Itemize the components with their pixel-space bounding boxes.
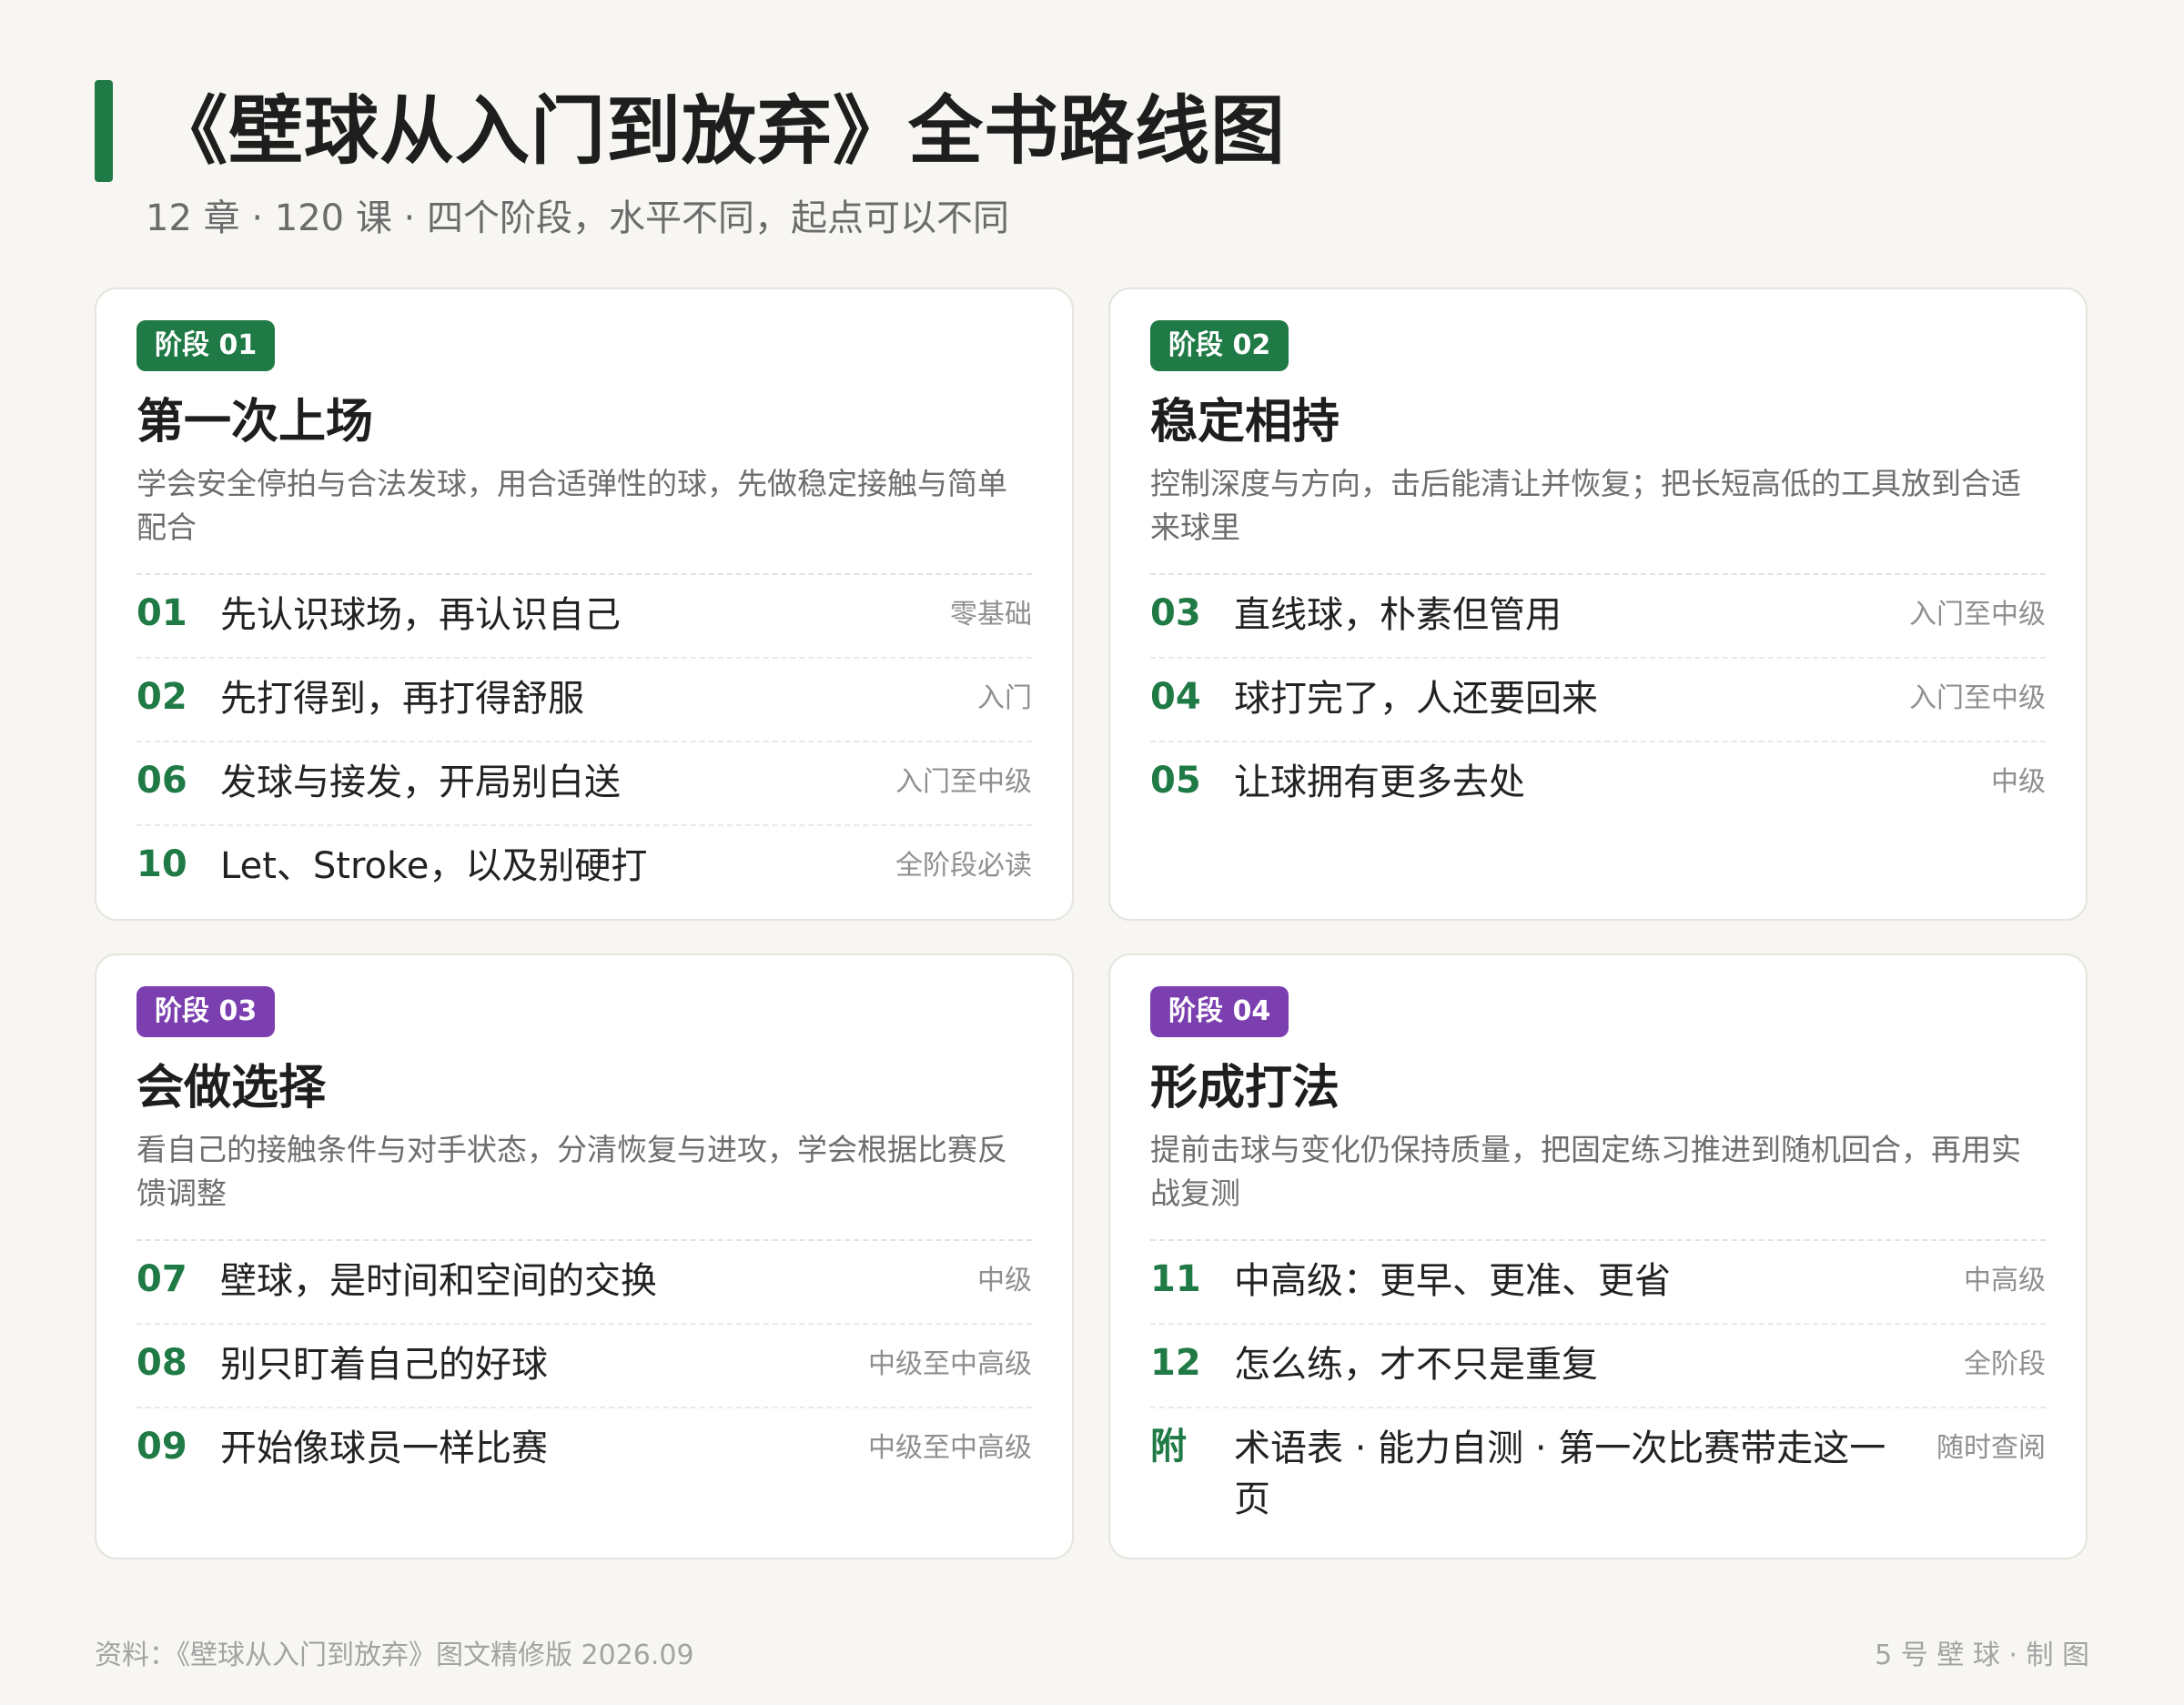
chapter-number: 06 [136, 760, 187, 802]
chapter-item[interactable]: 04 球打完了，人还要回来 入门至中级 [1150, 659, 2046, 742]
stage-badge: 阶段 02 [1150, 320, 1289, 371]
chapter-item[interactable]: 11 中高级：更早、更准、更省 中高级 [1150, 1241, 2046, 1325]
stage-title: 稳定相持 [1150, 395, 1340, 449]
stage-description: 提前击球与变化仍保持质量，把固定练习推进到随机回合，再用实战复测 [1150, 1128, 2046, 1241]
chapter-number: 附 [1150, 1426, 1187, 1468]
chapter-number: 07 [136, 1258, 187, 1300]
footer-credit: 5 号 壁 球 · 制 图 [1875, 1639, 2089, 1671]
chapter-number: 05 [1150, 760, 1201, 802]
chapter-item[interactable]: 02 先打得到，再打得舒服 入门 [136, 659, 1032, 742]
chapter-list: 01 先认识球场，再认识自己 零基础 02 先打得到，再打得舒服 入门 06 发… [136, 575, 1032, 908]
chapter-title: 球打完了，人还要回来 [1234, 678, 1598, 720]
chapter-level: 入门至中级 [895, 766, 1032, 798]
chapter-level: 零基础 [950, 599, 1032, 631]
chapter-item[interactable]: 08 别只盯着自己的好球 中级至中高级 [136, 1325, 1032, 1408]
chapter-level: 全阶段 [1964, 1348, 2046, 1380]
chapter-title: 先认识球场，再认识自己 [220, 594, 621, 636]
chapter-title: Let、Stroke，以及别硬打 [220, 845, 648, 887]
chapter-number: 12 [1150, 1342, 1201, 1384]
chapter-title: 开始像球员一样比赛 [220, 1428, 548, 1469]
page-subtitle: 12 章 · 120 课 · 四个阶段，水平不同，起点可以不同 [146, 197, 1009, 239]
stage-badge: 阶段 01 [136, 320, 276, 371]
chapter-level: 入门 [977, 682, 1032, 714]
chapter-level: 中级至中高级 [868, 1348, 1032, 1380]
chapter-level: 全阶段必读 [895, 850, 1032, 882]
stage-card-03: 阶段 03 会做选择 看自己的接触条件与对手状态，分清恢复与进攻，学会根据比赛反… [95, 953, 1074, 1559]
chapter-item[interactable]: 附 术语表 · 能力自测 · 第一次比赛带走这一页 随时查阅 [1150, 1408, 2046, 1541]
chapter-item[interactable]: 01 先认识球场，再认识自己 零基础 [136, 575, 1032, 659]
chapter-item[interactable]: 10 Let、Stroke，以及别硬打 全阶段必读 [136, 826, 1032, 908]
chapter-item[interactable]: 06 发球与接发，开局别白送 入门至中级 [136, 742, 1032, 826]
chapter-number: 01 [136, 592, 187, 634]
chapter-level: 随时查阅 [1936, 1432, 2046, 1464]
chapter-item[interactable]: 12 怎么练，才不只是重复 全阶段 [1150, 1325, 2046, 1408]
page-title: 《壁球从入门到放弃》全书路线图 [153, 88, 1287, 175]
chapter-list: 03 直线球，朴素但管用 入门至中级 04 球打完了，人还要回来 入门至中级 0… [1150, 575, 2046, 824]
stage-title: 会做选择 [136, 1061, 327, 1115]
chapter-title: 先打得到，再打得舒服 [220, 678, 584, 720]
stage-badge: 阶段 03 [136, 986, 276, 1037]
chapter-title: 别只盯着自己的好球 [220, 1344, 548, 1386]
chapter-level: 中高级 [1964, 1265, 2046, 1296]
chapter-level: 中级至中高级 [868, 1432, 1032, 1464]
chapter-item[interactable]: 07 壁球，是时间和空间的交换 中级 [136, 1241, 1032, 1325]
chapter-item[interactable]: 09 开始像球员一样比赛 中级至中高级 [136, 1408, 1032, 1490]
chapter-title: 壁球，是时间和空间的交换 [220, 1260, 657, 1302]
chapter-number: 10 [136, 843, 187, 885]
chapter-number: 03 [1150, 592, 1201, 634]
stage-card-01: 阶段 01 第一次上场 学会安全停拍与合法发球，用合适弹性的球，先做稳定接触与简… [95, 288, 1074, 921]
title-accent-bar [95, 80, 113, 182]
chapter-level: 入门至中级 [1909, 599, 2046, 631]
stage-badge: 阶段 04 [1150, 986, 1289, 1037]
chapter-list: 07 壁球，是时间和空间的交换 中级 08 别只盯着自己的好球 中级至中高级 0… [136, 1241, 1032, 1490]
stage-description: 看自己的接触条件与对手状态，分清恢复与进攻，学会根据比赛反馈调整 [136, 1128, 1032, 1241]
stage-title: 形成打法 [1150, 1061, 1340, 1115]
stage-card-04: 阶段 04 形成打法 提前击球与变化仍保持质量，把固定练习推进到随机回合，再用实… [1108, 953, 2088, 1559]
chapter-number: 02 [136, 676, 187, 718]
chapter-number: 09 [136, 1426, 187, 1468]
chapter-level: 中级 [977, 1265, 1032, 1296]
stage-description: 学会安全停拍与合法发球，用合适弹性的球，先做稳定接触与简单配合 [136, 462, 1032, 575]
chapter-title: 直线球，朴素但管用 [1234, 594, 1562, 636]
chapter-title: 中高级：更早、更准、更省 [1234, 1260, 1671, 1302]
chapter-list: 11 中高级：更早、更准、更省 中高级 12 怎么练，才不只是重复 全阶段 附 … [1150, 1241, 2046, 1541]
footer-source: 资料：《壁球从入门到放弃》图文精修版 2026.09 [95, 1639, 694, 1671]
stage-description: 控制深度与方向，击后能清让并恢复；把长短高低的工具放到合适来球里 [1150, 462, 2046, 575]
chapter-level: 入门至中级 [1909, 682, 2046, 714]
chapter-title: 发球与接发，开局别白送 [220, 762, 621, 803]
chapter-title: 让球拥有更多去处 [1234, 762, 1525, 803]
chapter-item[interactable]: 05 让球拥有更多去处 中级 [1150, 742, 2046, 824]
chapter-title: 怎么练，才不只是重复 [1234, 1344, 1598, 1386]
chapter-item[interactable]: 03 直线球，朴素但管用 入门至中级 [1150, 575, 2046, 659]
stage-card-02: 阶段 02 稳定相持 控制深度与方向，击后能清让并恢复；把长短高低的工具放到合适… [1108, 288, 2088, 921]
chapter-number: 08 [136, 1342, 187, 1384]
stage-title: 第一次上场 [136, 395, 374, 449]
chapter-number: 04 [1150, 676, 1201, 718]
chapter-number: 11 [1150, 1258, 1201, 1300]
chapter-title: 术语表 · 能力自测 · 第一次比赛带走这一页 [1234, 1428, 1886, 1520]
chapter-level: 中级 [1991, 766, 2046, 798]
